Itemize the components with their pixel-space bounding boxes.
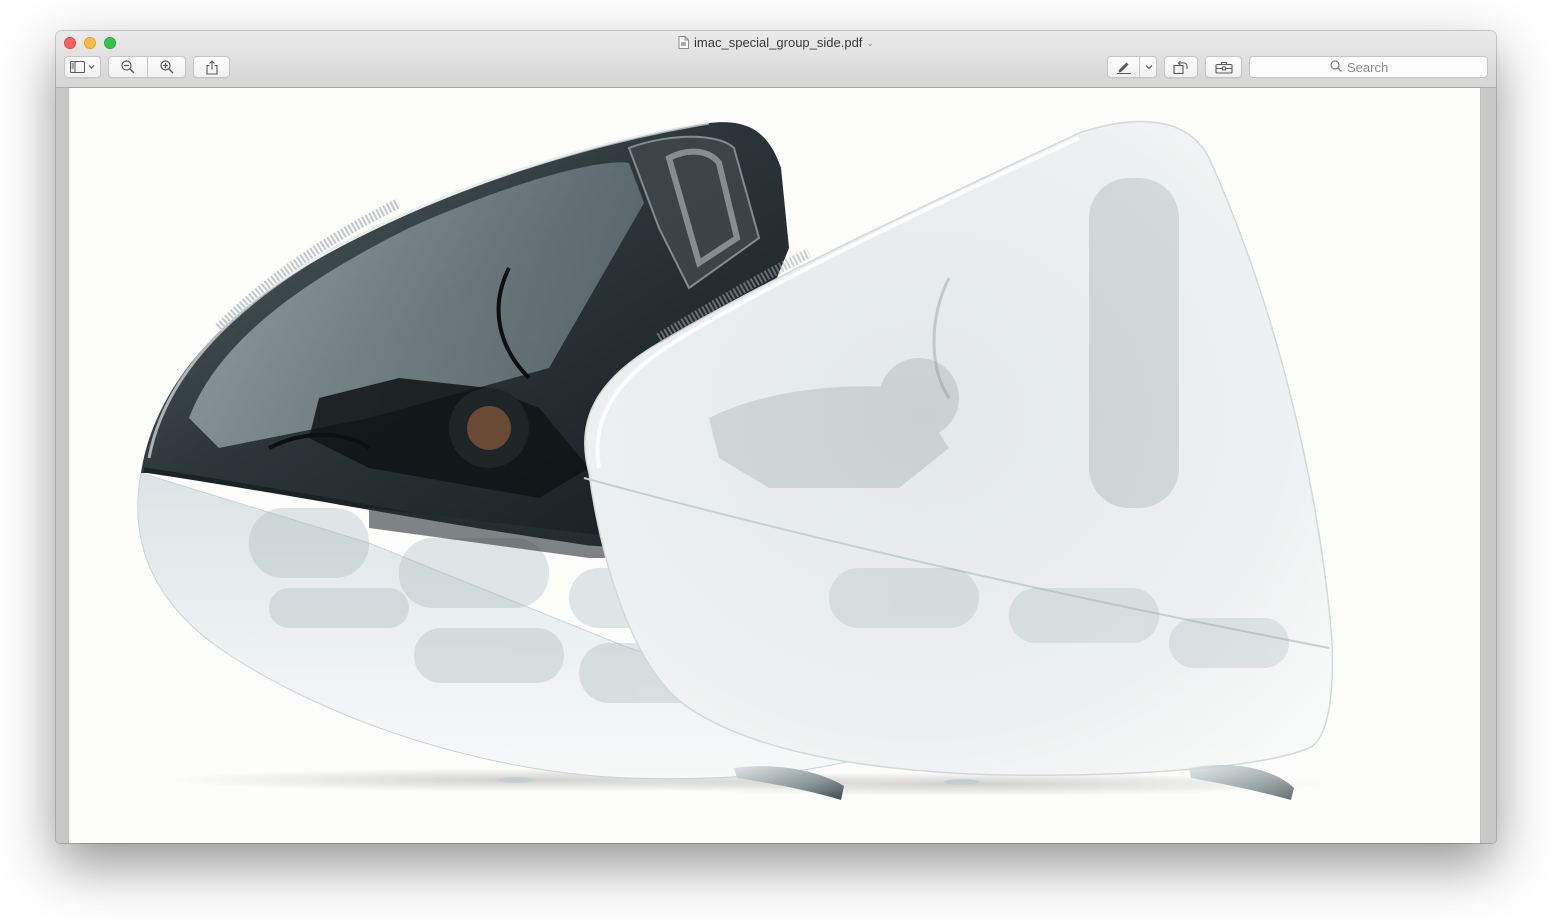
title-bar[interactable]: imac_special_group_side.pdf ⌄: [56, 31, 1496, 88]
sidebar-toggle-button[interactable]: [64, 56, 101, 78]
document-scroll-area[interactable]: [56, 88, 1496, 843]
toolbox-button[interactable]: [1205, 56, 1242, 78]
window-title[interactable]: imac_special_group_side.pdf ⌄: [56, 35, 1496, 53]
chevron-down-icon: [1145, 64, 1153, 70]
pdf-page: [69, 88, 1480, 843]
imac-photo: [137, 120, 1334, 800]
share-button[interactable]: [193, 56, 230, 78]
search-icon: [1330, 59, 1342, 75]
zoom-out-icon: [121, 60, 135, 74]
markup-segmented-control: [1107, 56, 1157, 78]
zoom-out-button[interactable]: [109, 57, 147, 77]
zoom-segmented-control: [108, 56, 186, 78]
markup-button[interactable]: [1108, 57, 1139, 77]
chevron-down-icon[interactable]: ⌄: [866, 35, 874, 51]
preview-window: imac_special_group_side.pdf ⌄: [56, 31, 1496, 843]
rotate-button[interactable]: [1164, 56, 1198, 78]
pen-icon: [1116, 61, 1132, 74]
search-field[interactable]: [1249, 56, 1488, 78]
search-input[interactable]: [1347, 59, 1407, 75]
document-title: imac_special_group_side.pdf: [694, 35, 863, 50]
pdf-document-icon: [678, 36, 690, 53]
markup-options-button[interactable]: [1140, 57, 1157, 77]
toolbox-icon: [1214, 61, 1233, 74]
rotate-icon: [1173, 60, 1189, 74]
share-icon: [205, 59, 218, 75]
zoom-in-icon: [160, 60, 174, 74]
zoom-in-button[interactable]: [148, 57, 186, 77]
sidebar-icon: [69, 61, 96, 73]
